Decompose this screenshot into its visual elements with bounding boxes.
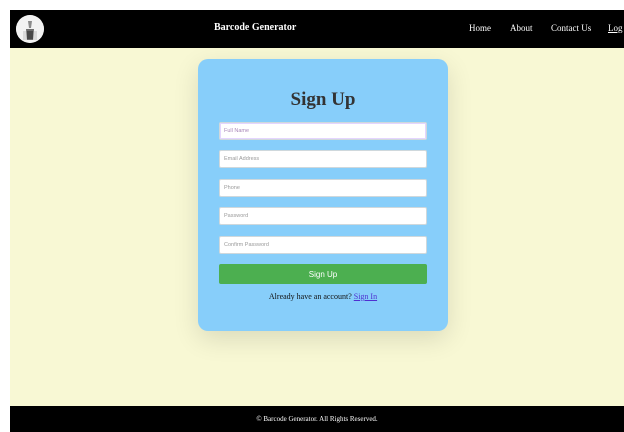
email-input[interactable] [219, 150, 427, 168]
page: Barcode Generator Home About Contact Us … [10, 10, 624, 432]
form-title: Sign Up [290, 89, 356, 110]
password-input[interactable] [219, 207, 427, 225]
phone-input[interactable] [219, 179, 427, 197]
footer-copyright: © Barcode Generator. All Rights Reserved… [256, 415, 378, 423]
confirm-password-input[interactable] [219, 236, 427, 254]
full-name-input[interactable] [219, 122, 427, 140]
brand-title[interactable]: Barcode Generator [214, 22, 296, 33]
barcode-logo-icon[interactable] [16, 15, 44, 43]
sign-up-button[interactable]: Sign Up [219, 264, 427, 284]
nav-login[interactable]: Log [608, 23, 623, 33]
nav-contact-us[interactable]: Contact Us [551, 23, 591, 33]
footer: © Barcode Generator. All Rights Reserved… [10, 406, 624, 432]
signin-prompt: Already have an account? [268, 292, 352, 301]
signup-card: Sign Up Sign Up Already have an account?… [198, 59, 448, 331]
navbar: Barcode Generator Home About Contact Us … [10, 10, 624, 48]
sign-in-link[interactable]: Sign In [354, 292, 377, 301]
nav-home[interactable]: Home [469, 23, 491, 33]
signin-line: Already have an account? Sign In [198, 292, 448, 301]
nav-about[interactable]: About [510, 23, 533, 33]
